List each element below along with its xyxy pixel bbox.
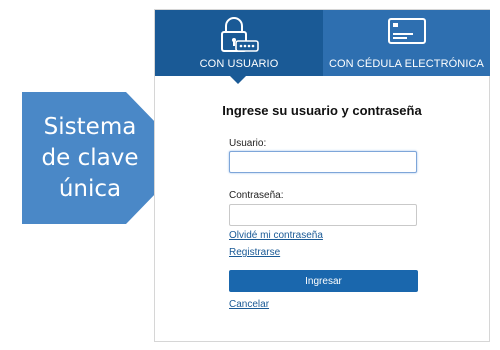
active-tab-pointer	[230, 76, 246, 84]
usuario-input[interactable]	[229, 151, 417, 173]
lock-password-icon	[221, 17, 259, 52]
cancel-link[interactable]: Cancelar	[229, 299, 269, 310]
tab-con-usuario[interactable]: CON USUARIO	[155, 10, 323, 76]
tab-con-cedula-label: CON CÉDULA ELECTRÓNICA	[328, 58, 484, 70]
tab-con-cedula[interactable]: CON CÉDULA ELECTRÓNICA	[323, 10, 490, 76]
callout-line-1: Sistema	[43, 114, 137, 140]
login-tabs: CON USUARIO CON CÉDULA ELECTRÓNICA	[155, 10, 490, 84]
forgot-password-link[interactable]: Olvidé mi contraseña	[229, 230, 323, 241]
usuario-label: Usuario:	[229, 138, 267, 149]
id-card-icon	[387, 18, 426, 44]
callout-line-2: de clave	[41, 145, 139, 171]
contrasena-input[interactable]	[229, 204, 417, 226]
register-link[interactable]: Registrarse	[229, 247, 280, 258]
ingresar-button[interactable]: Ingresar	[229, 270, 418, 292]
contrasena-label: Contraseña:	[229, 190, 284, 201]
form-title: Ingrese su usuario y contraseña	[222, 103, 422, 118]
tab-con-usuario-label: CON USUARIO	[199, 58, 279, 70]
callout-text: Sistema de clave única	[22, 112, 158, 205]
callout-line-3: única	[58, 176, 122, 202]
login-panel: CON USUARIO CON CÉDULA ELECTRÓNICA Ingre…	[154, 9, 490, 342]
